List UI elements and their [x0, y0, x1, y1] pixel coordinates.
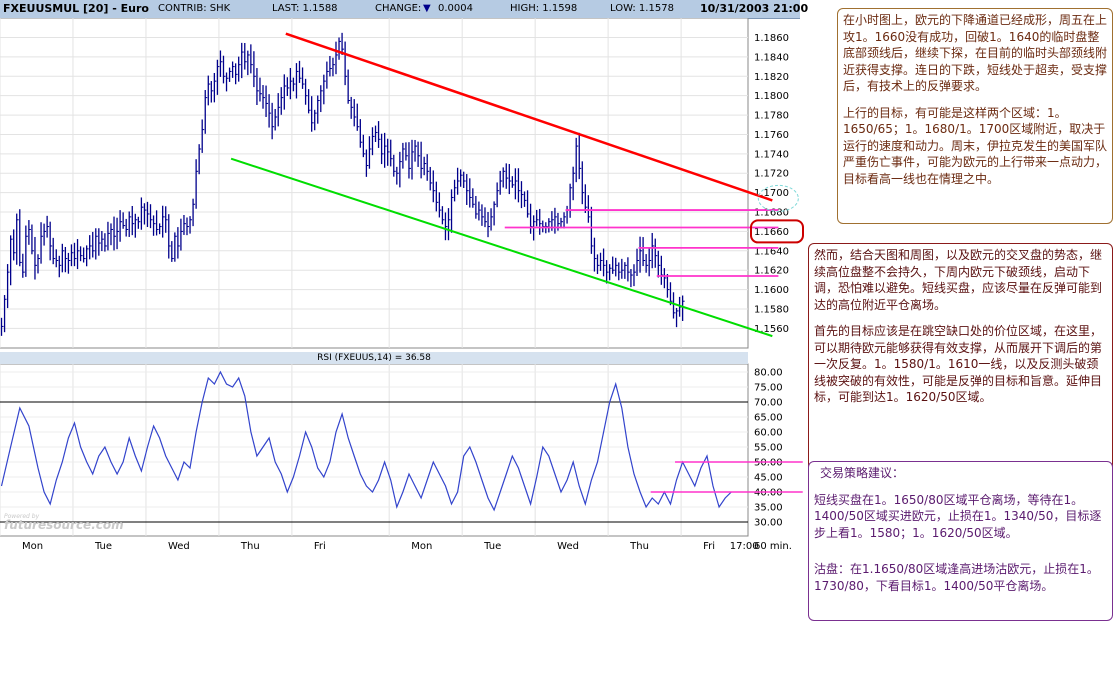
rsi-tick-label-9: 75.00: [754, 383, 783, 394]
rsi-tick-label-4: 50.00: [754, 458, 783, 469]
note1-paragraph-1: 在小时图上，欧元的下降通道已经成形，周五在上攻1。1660没有成功，回破1。16…: [843, 13, 1108, 93]
price-tick-label-1: 1.1580: [754, 304, 789, 315]
strategy-paragraph-1: 短线买盘在1。1650/80区域平仓离场，等待在1。1400/50区域买进欧元，…: [814, 492, 1102, 540]
analysis-note-2: 然而，结合天图和周图，以及欧元的交叉盘的势态，继续高位盘整不会持久，下周内欧元下…: [808, 243, 1113, 473]
symbol-label: FXEUUSMUL [20] - Euro: [3, 2, 149, 15]
rsi-frame: [0, 363, 749, 537]
low-label: LOW: 1.1578: [610, 3, 674, 14]
x-tick-label-8: Thu: [629, 541, 649, 552]
note2-paragraph-1: 然而，结合天图和周图，以及欧元的交叉盘的势态，继续高位盘整不会持久，下周内欧元下…: [814, 248, 1103, 312]
price-tick-label-11: 1.1780: [754, 111, 789, 122]
price-chart: 1.15601.15801.16001.16201.16401.16601.16…: [0, 18, 804, 552]
x-tick-label-7: Wed: [557, 541, 579, 552]
rsi-tick-label-1: 35.00: [754, 503, 783, 514]
price-tick-label-15: 1.1860: [754, 33, 789, 44]
watermark: Powered by futuresource.com: [4, 513, 124, 532]
rsi-tick-label-6: 60.00: [754, 428, 783, 439]
note2-paragraph-2: 首先的目标应该是在跳空缺口处的价位区域，在这里，可以期待欧元能够获得有效支撑，从…: [814, 324, 1103, 404]
rsi-tick-label-3: 45.00: [754, 473, 783, 484]
strategy-paragraph-2: 沽盘：在1.1650/80区域逢高进场沽欧元，止损在1。1730/80，下看目标…: [814, 562, 1099, 593]
price-tick-label-0: 1.1560: [754, 324, 789, 335]
price-tick-label-6: 1.1680: [754, 208, 789, 219]
rsi-tick-label-7: 65.00: [754, 413, 783, 424]
rsi-tick-label-5: 55.00: [754, 443, 783, 454]
price-tick-label-5: 1.1660: [754, 227, 789, 238]
chart-header: FXEUUSMUL [20] - Euro CONTRIB: SHK LAST:…: [0, 0, 808, 19]
price-frame: [0, 18, 749, 349]
change-label: CHANGE:: [375, 3, 422, 14]
watermark-text: futuresource.com: [4, 518, 124, 532]
price-tick-label-8: 1.1720: [754, 169, 789, 180]
rsi-tick-label-2: 40.00: [754, 488, 783, 499]
price-tick-label-13: 1.1820: [754, 72, 789, 83]
x-tick-label-1: Tue: [94, 541, 112, 552]
price-tick-label-10: 1.1760: [754, 130, 789, 141]
analysis-note-1: 在小时图上，欧元的下降通道已经成形，周五在上攻1。1660没有成功，回破1。16…: [837, 8, 1113, 224]
x-tick-label-6: Tue: [483, 541, 501, 552]
high-label: HIGH: 1.1598: [510, 3, 578, 14]
price-tick-label-3: 1.1620: [754, 266, 789, 277]
rsi-tick-label-8: 70.00: [754, 398, 783, 409]
x-tick-label-2: Wed: [168, 541, 190, 552]
price-tick-label-14: 1.1840: [754, 52, 789, 63]
contrib-label: CONTRIB: SHK: [158, 3, 231, 14]
change-down-icon: ▼: [423, 3, 431, 14]
x-tick-label-5: Mon: [411, 541, 432, 552]
price-plot: 1.15601.15801.16001.16201.16401.16601.16…: [0, 18, 789, 349]
x-axis-interval-label: 60 min.: [754, 541, 792, 552]
x-tick-label-3: Thu: [240, 541, 260, 552]
rsi-title: RSI (FXEUUS,14) = 36.58: [0, 352, 748, 364]
x-tick-label-9: Fri: [703, 541, 715, 552]
x-tick-label-4: Fri: [314, 541, 326, 552]
note1-paragraph-2: 上行的目标，有可能是这样两个区域：1。1650/65；1。1680/1。1700…: [843, 105, 1108, 186]
strategy-note: 交易策略建议： 短线买盘在1。1650/80区域平仓离场，等待在1。1400/5…: [808, 461, 1113, 621]
change-value: 0.0004: [438, 3, 473, 14]
price-tick-label-2: 1.1600: [754, 285, 789, 296]
last-price-label: LAST: 1.1588: [272, 3, 338, 14]
rsi-tick-label-0: 30.00: [754, 518, 783, 529]
datetime-label: 10/31/2003 21:00: [700, 2, 809, 15]
rsi-tick-label-10: 80.00: [754, 368, 783, 379]
x-tick-label-0: Mon: [22, 541, 43, 552]
strategy-title: 交易策略建议：: [820, 466, 905, 480]
price-tick-label-12: 1.1800: [754, 91, 789, 102]
price-tick-label-9: 1.1740: [754, 149, 789, 160]
